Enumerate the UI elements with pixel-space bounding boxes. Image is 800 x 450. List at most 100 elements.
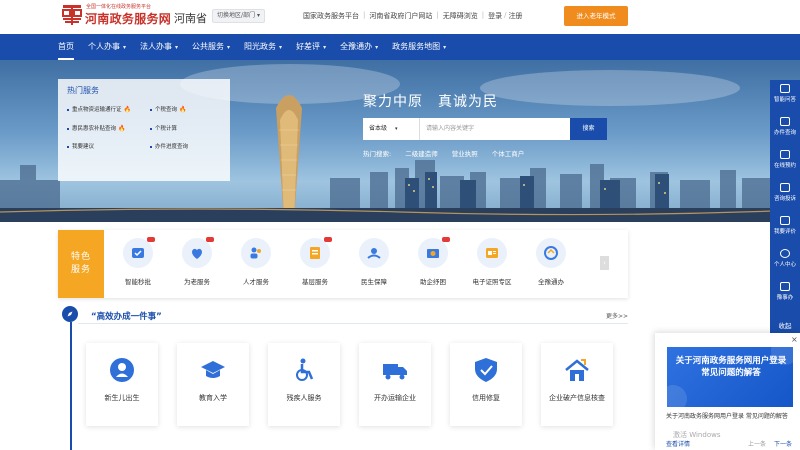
wheelchair-icon	[291, 357, 317, 383]
rb-case-query[interactable]: 办件查询	[770, 117, 800, 136]
rb-label: 咨询投诉	[773, 196, 796, 202]
province-label: 河南省	[174, 12, 207, 25]
hot-service-item[interactable]: 办件进度查询	[150, 142, 188, 150]
hot-service-item[interactable]: 重点物资运输通行证 🔥	[67, 105, 131, 113]
efficiency-card[interactable]: 开办运输企业	[359, 343, 431, 426]
efficiency-card-label: 开办运输企业	[374, 394, 416, 402]
efficiency-card[interactable]: 残疾人服务	[268, 343, 340, 426]
rb-collapse[interactable]: 收起	[770, 320, 800, 330]
calendar-icon	[780, 150, 790, 159]
notice-popup: × 关于河南政务服务网用户登录常见问题的解答 关于河南政务服务网用户登录 常见问…	[655, 333, 800, 450]
rb-complaint[interactable]: 咨询投诉	[770, 183, 800, 202]
nav-item[interactable]: 全豫通办 ▾	[340, 34, 378, 60]
section-divider	[78, 323, 628, 324]
hero-slogan: 聚力中原 真诚为民	[363, 94, 498, 110]
chevron-down-icon: ▾	[279, 44, 283, 51]
nav-item[interactable]: 首页	[58, 34, 74, 60]
nav-item[interactable]: 法人办事 ▾	[140, 34, 178, 60]
special-service-item[interactable]: 智能秒批	[110, 237, 166, 286]
rb-label: 豫事办	[776, 295, 794, 301]
efficiency-card[interactable]: 教育入学	[177, 343, 249, 426]
link-register[interactable]: 注册	[508, 11, 522, 21]
special-service-item[interactable]: 民生保障	[346, 238, 402, 286]
nav-item-label: 个人办事	[88, 42, 120, 51]
nav-item-label: 阳光政务	[244, 42, 277, 51]
special-service-label: 人才服务	[243, 278, 269, 286]
site-title[interactable]: 河南政务服务网	[85, 10, 171, 27]
popup-banner[interactable]: 关于河南政务服务网用户登录常见问题的解答	[667, 347, 793, 407]
special-service-item[interactable]: 基层服务	[287, 237, 343, 286]
efficiency-card-label: 残疾人服务	[286, 394, 322, 402]
special-label-line: 服务	[70, 265, 91, 275]
hot-search: 热门搜索: 二级建造师 营业执照 个体工商户	[363, 148, 538, 158]
top-header: 全国一体化在线政务服务平台 河南政务服务网 河南省 切换地区/部门 ▾ 国家政务…	[0, 0, 800, 34]
page: 全国一体化在线政务服务平台 河南政务服务网 河南省 切换地区/部门 ▾ 国家政务…	[0, 0, 800, 450]
rb-evaluate[interactable]: 我要评价	[770, 216, 800, 235]
hot-service-item[interactable]: 我要建议	[67, 142, 94, 150]
hot-search-term[interactable]: 二级建造师	[405, 148, 438, 158]
rb-label: 我要评价	[773, 229, 796, 235]
section-title: “高效办成一件事”	[91, 312, 162, 322]
link-accessibility[interactable]: 无障碍浏览	[443, 11, 478, 21]
divider: /	[504, 11, 507, 19]
nav-item[interactable]: 政务服务地图 ▾	[392, 34, 446, 60]
logo-icon[interactable]	[62, 4, 82, 26]
rb-personal-center[interactable]: 个人中心	[770, 249, 800, 268]
hot-service-item[interactable]: 惠民惠农补贴查询 🔥	[67, 124, 126, 132]
special-service-item[interactable]: 电子证照专区	[464, 238, 520, 286]
elder-mode-button[interactable]: 进入老年模式	[564, 6, 628, 26]
rb-yushiban[interactable]: 豫事办	[770, 282, 800, 301]
more-link[interactable]: 更多>>	[606, 311, 628, 320]
efficiency-card-label: 教育入学	[199, 394, 227, 402]
logo-subtitle: 全国一体化在线政务服务平台	[86, 4, 152, 10]
section-timeline	[70, 322, 72, 450]
special-service-item[interactable]: 为老服务	[169, 237, 225, 286]
robot-icon	[780, 84, 790, 93]
hot-search-term[interactable]: 个体工商户	[492, 148, 525, 158]
search-input[interactable]	[420, 118, 570, 140]
search-button[interactable]: 搜索	[570, 118, 607, 140]
link-national-platform[interactable]: 国家政务服务平台	[303, 11, 359, 21]
popup-next[interactable]: 下一条	[774, 439, 792, 448]
efficiency-card[interactable]: 信用修复	[450, 343, 522, 426]
nav-item[interactable]: 个人办事 ▾	[88, 34, 126, 60]
special-service-label: 为老服务	[184, 278, 210, 286]
rb-smart-qa[interactable]: 智能问答	[770, 84, 800, 103]
nav-item[interactable]: 好差评 ▾	[296, 34, 326, 60]
new-badge	[206, 237, 214, 242]
close-icon[interactable]: ×	[791, 335, 798, 344]
quanyu-icon	[536, 238, 566, 268]
popup-view-detail[interactable]: 查看详情	[666, 439, 690, 448]
search-scope-select[interactable]: 省本级 ▾	[363, 118, 420, 140]
special-service-item[interactable]: 助企纾困	[405, 237, 461, 286]
special-next-button[interactable]: ›	[600, 256, 609, 270]
new-badge	[442, 237, 450, 242]
rb-appointment[interactable]: 在线预约	[770, 150, 800, 169]
switch-region-button[interactable]: 切换地区/部门 ▾	[212, 9, 265, 23]
link-login[interactable]: 登录	[488, 11, 502, 21]
special-service-item[interactable]: 全豫通办	[523, 238, 579, 286]
nav-item-label: 好差评	[296, 42, 321, 51]
popup-text[interactable]: 关于河南政务服务网用户登录 常见问题的解答	[666, 413, 800, 421]
efficiency-card[interactable]: 企业破产信息核查	[541, 343, 613, 426]
bullet-icon	[67, 108, 69, 111]
rb-label: 个人中心	[773, 262, 796, 268]
search-bar: 省本级 ▾ 搜索	[363, 118, 607, 140]
link-provincial-portal[interactable]: 河南省政府门户网站	[369, 11, 432, 21]
special-service-label: 助企纾困	[420, 278, 446, 286]
bullet-icon	[150, 145, 152, 148]
house-icon	[564, 357, 590, 383]
divider: |	[363, 11, 366, 19]
efficiency-card-label: 信用修复	[472, 394, 500, 402]
hot-service-item[interactable]: 个税查询 🔥	[150, 105, 187, 113]
hot-service-item[interactable]: 个税计算	[150, 124, 177, 132]
truck-icon	[382, 357, 408, 383]
nav-item[interactable]: 公共服务 ▾	[192, 34, 230, 60]
nav-item[interactable]: 阳光政务 ▾	[244, 34, 282, 60]
popup-prev[interactable]: 上一条	[748, 439, 766, 448]
efficiency-card[interactable]: 新生儿出生	[86, 343, 158, 426]
nav-item-label: 法人办事	[140, 42, 173, 51]
hot-search-term[interactable]: 营业执照	[452, 148, 478, 158]
special-service-item[interactable]: 人才服务	[228, 238, 284, 286]
nav-item-label: 全豫通办	[340, 42, 373, 51]
